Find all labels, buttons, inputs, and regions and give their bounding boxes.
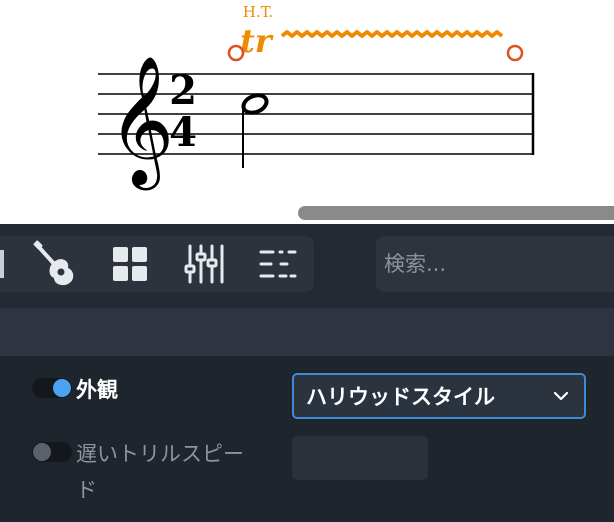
search-input[interactable] — [384, 252, 604, 276]
trill-symbol[interactable]: tr — [240, 22, 274, 60]
list-button[interactable] — [252, 236, 304, 292]
list-icon — [259, 250, 297, 278]
guitar-icon — [33, 240, 74, 286]
time-signature-numerator: 2 — [169, 67, 197, 114]
score-view[interactable]: 𝄞 2 4 H.T. tr — [0, 0, 614, 224]
slow-trill-row: 遅いトリルスピー ド — [0, 436, 614, 516]
ornament-label: H.T. — [243, 3, 273, 21]
grid-button[interactable] — [104, 236, 156, 292]
grid-icon — [113, 247, 147, 281]
score-canvas[interactable]: 𝄞 2 4 H.T. tr — [0, 0, 614, 224]
time-signature-denominator: 4 — [169, 109, 197, 156]
slow-trill-field[interactable] — [292, 436, 428, 480]
appearance-select[interactable]: ハリウッドスタイル — [292, 373, 586, 419]
trill-wavy-line[interactable] — [280, 30, 504, 38]
section-header — [0, 308, 614, 356]
trill-start-handle[interactable] — [227, 44, 245, 62]
appearance-row: 外観 ハリウッドスタイル — [0, 370, 614, 420]
search-box[interactable] — [376, 236, 614, 292]
appearance-toggle[interactable] — [32, 378, 72, 398]
half-note[interactable] — [241, 92, 269, 168]
guitar-button[interactable] — [30, 236, 82, 292]
appearance-select-value: ハリウッドスタイル — [306, 385, 495, 409]
toolbar — [0, 224, 614, 308]
horizontal-scrollbar[interactable] — [298, 206, 614, 220]
toggle-knob — [33, 443, 51, 461]
treble-clef-icon: 𝄞 — [108, 55, 174, 191]
toggle-knob — [53, 379, 71, 397]
mixer-icon — [184, 244, 224, 284]
slow-trill-toggle[interactable] — [32, 442, 72, 462]
tool-group — [0, 236, 314, 292]
slow-trill-label-line2: ド — [76, 478, 97, 502]
mixer-button[interactable] — [178, 236, 230, 292]
trill-end-handle[interactable] — [506, 44, 524, 62]
slow-trill-label-line1: 遅いトリルスピー — [76, 442, 244, 466]
partial-icon — [0, 250, 4, 278]
chevron-down-icon — [553, 391, 569, 401]
appearance-label: 外観 — [76, 378, 118, 402]
properties-panel: 外観 ハリウッドスタイル 遅いトリルスピー ド — [0, 356, 614, 522]
